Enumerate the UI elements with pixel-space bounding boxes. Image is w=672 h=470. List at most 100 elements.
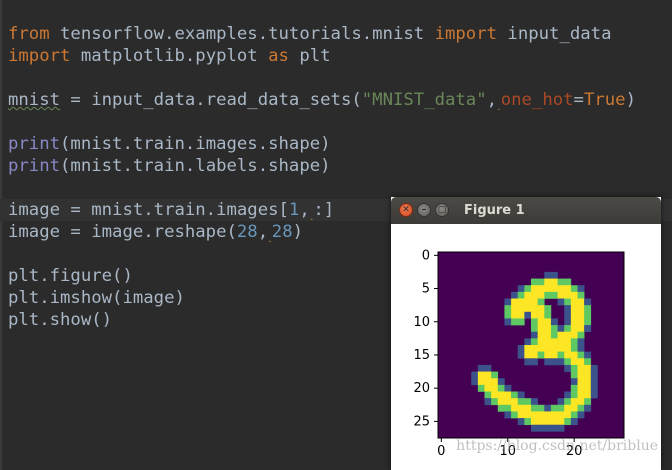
window-title: Figure 1 [464,203,525,218]
code-fragment: plt.imshow(image) [8,288,185,308]
image-pixel [531,291,538,299]
module-path: tensorflow.examples.tutorials.mnist [49,24,435,44]
image-pixel [550,291,558,299]
image-pixel [557,278,565,286]
image-pixel [517,398,525,406]
module-path: matplotlib.pyplot [70,46,269,66]
image-pixel [511,291,519,299]
image-pixel [557,285,565,293]
image-pixel [550,318,558,326]
image-pixel [557,411,565,419]
image-pixel [537,411,545,419]
keyword-argument: one_hot [500,90,574,110]
image-pixel [564,305,572,313]
image-pixel [577,384,585,392]
y-tick-label: 15 [413,348,430,363]
keyword-true: True [583,90,626,110]
image-pixel [504,404,512,412]
code-fragment: image = image.reshape( [8,222,237,242]
image-pixel [511,398,519,406]
image-pixel [564,325,572,333]
keyword-from: from [8,24,50,44]
figure-window[interactable]: ✕ – □ Figure 1 0 5 10 15 20 25 0 10 20 [391,197,661,470]
image-pixel [517,391,525,399]
close-button[interactable]: ✕ [399,203,413,217]
image-pixel [570,351,578,359]
image-pixel [557,424,565,432]
image-pixel [564,391,572,399]
code-line-4[interactable]: mnist = input_data.read_data_sets("MNIST… [0,89,672,111]
image-pixel [484,398,492,406]
code-fragment: image = mnist.train.images[ [8,200,289,220]
image-pixel [564,278,572,286]
image-pixel [504,311,512,319]
image-pixel [570,378,578,386]
image-pixel [537,305,545,313]
image-pixel [484,364,492,372]
image-pixel [590,384,598,392]
image-pixel [537,424,545,432]
image-pixel [524,411,532,419]
image-pixel [477,384,485,392]
image-pixel [511,311,519,319]
image-pixel [524,311,532,319]
imported-name: input_data [497,24,612,44]
image-pixel [484,384,492,392]
image-pixel [544,418,552,426]
plot-canvas[interactable]: 0 5 10 15 20 25 0 10 20 [391,224,661,470]
image-pixel [577,311,585,319]
image-pixel [504,398,512,406]
image-pixel [531,418,538,426]
maximize-button[interactable]: □ [435,203,449,217]
image-pixel [504,384,512,392]
code-line-2[interactable]: import matplotlib.pyplot as plt [0,45,672,67]
number-literal: 28 [236,222,258,242]
image-pixel [517,285,525,293]
image-pixel [517,318,525,326]
image-pixel [544,318,552,326]
image-pixel [557,331,565,339]
image-pixel [577,318,585,326]
image-pixel [504,411,512,419]
image-pixel [524,345,532,352]
whitespace-warning-icon: ˰ [268,230,272,243]
image-pixel [491,398,499,406]
window-titlebar[interactable]: ✕ – □ Figure 1 [391,197,661,224]
image-pixel [537,418,545,426]
image-pixel [544,404,552,412]
y-tick-label: 5 [422,282,430,297]
code-line-7[interactable]: print(mnist.train.labels.shape) [0,155,672,177]
image-pixel [544,305,552,313]
alias-name: plt [288,46,331,66]
image-pixel [544,331,552,339]
image-pixel [550,338,558,346]
code-fragment: (mnist.train.images.shape) [60,134,331,154]
image-pixel [517,411,525,419]
image-pixel [544,291,552,299]
image-pixel [524,418,532,426]
image-pixel [577,391,585,399]
image-pixel [544,338,552,346]
image-pixel [544,278,552,286]
image-pixel [564,404,572,412]
y-tick-label: 10 [413,315,430,330]
minimize-button[interactable]: – [417,203,431,217]
image-pixel [557,298,565,306]
code-line-6[interactable]: print(mnist.train.images.shape) [0,133,672,155]
image-pixel [564,398,572,406]
image-pixel [564,411,572,419]
image-pixel [531,398,538,406]
image-pixel [531,351,538,359]
comma: , [299,200,310,220]
image-pixel [570,418,578,426]
code-line-1[interactable]: from tensorflow.examples.tutorials.mnist… [0,23,672,45]
image-pixel [550,345,558,352]
image-pixel [564,285,572,293]
image-pixel [484,391,492,399]
y-tick-label: 0 [422,248,430,263]
image-pixel [570,325,578,333]
image-pixel [564,351,572,359]
image-pixel [584,318,592,326]
image-pixel [491,384,499,392]
image-pixel [531,278,538,286]
